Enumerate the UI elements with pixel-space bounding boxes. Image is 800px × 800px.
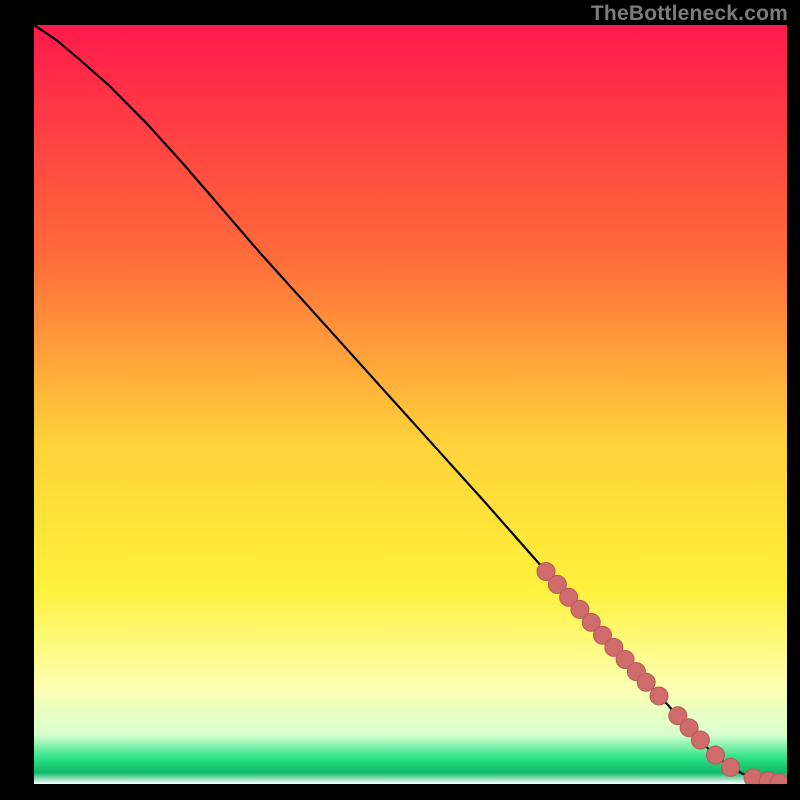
chart-canvas: [34, 25, 787, 784]
data-marker: [706, 746, 724, 764]
data-marker: [691, 731, 709, 749]
data-marker: [722, 758, 740, 776]
chart-root: TheBottleneck.com: [0, 0, 800, 800]
watermark-label: TheBottleneck.com: [591, 2, 788, 26]
data-marker: [650, 687, 668, 705]
data-marker: [637, 673, 655, 691]
gradient-background: [34, 25, 787, 784]
